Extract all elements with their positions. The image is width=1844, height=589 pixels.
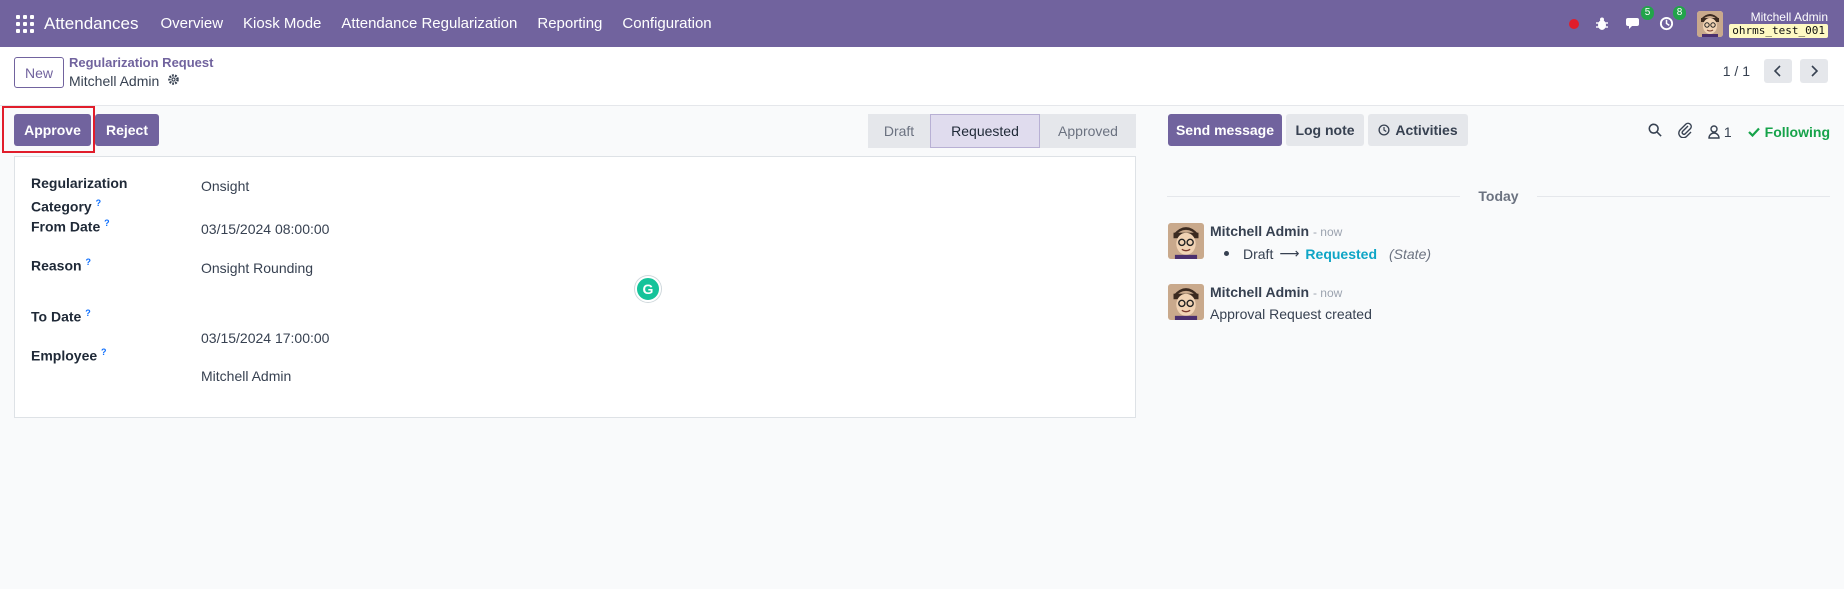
author-avatar[interactable] xyxy=(1168,223,1204,259)
stage-requested[interactable]: Requested xyxy=(930,114,1040,148)
reason-label-text: Reason xyxy=(31,257,82,274)
menu-overview[interactable]: Overview xyxy=(161,15,224,32)
reject-button[interactable]: Reject xyxy=(95,114,159,146)
send-message-button[interactable]: Send message xyxy=(1168,114,1282,146)
user-icon xyxy=(1708,124,1720,139)
to-date-label: To Date ? xyxy=(31,303,91,327)
help-tooltip[interactable]: ? xyxy=(85,257,91,267)
menu-kiosk-mode[interactable]: Kiosk Mode xyxy=(243,15,321,32)
from-date-value[interactable]: 03/15/2024 08:00:00 xyxy=(201,221,329,237)
recording-indicator[interactable] xyxy=(1569,18,1580,29)
gear-icon[interactable] xyxy=(167,73,180,89)
control-panel: New Regularization Request Mitchell Admi… xyxy=(0,47,1844,106)
paperclip-icon[interactable] xyxy=(1677,122,1692,141)
pager-value[interactable]: 1 / 1 xyxy=(1723,63,1750,79)
bullet xyxy=(1224,251,1229,256)
apps-grid-icon[interactable] xyxy=(16,14,34,33)
approve-button[interactable]: Approve xyxy=(14,114,91,146)
breadcrumb-parent[interactable]: Regularization Request xyxy=(69,55,213,70)
chevron-right-icon xyxy=(1811,65,1819,77)
from-date-label: From Date ? xyxy=(31,213,110,237)
chatter-message: Mitchell Admin - now Draft ⟶ Requested (… xyxy=(1168,223,1808,263)
following-label: Following xyxy=(1764,123,1830,140)
reason-value[interactable]: Onsight Rounding xyxy=(201,260,313,276)
arrow-icon: ⟶ xyxy=(1279,245,1300,261)
activities-label: Activities xyxy=(1395,122,1458,138)
author-name[interactable]: Mitchell Admin xyxy=(1210,284,1309,300)
help-tooltip[interactable]: ? xyxy=(101,347,107,357)
menu-attendance-regularization[interactable]: Attendance Regularization xyxy=(341,15,517,32)
check-icon xyxy=(1747,127,1760,137)
chevron-left-icon xyxy=(1773,65,1781,77)
log-note-button[interactable]: Log note xyxy=(1286,114,1364,146)
to-date-value[interactable]: 03/15/2024 17:00:00 xyxy=(201,330,329,346)
chatter-message: Mitchell Admin - now Approval Request cr… xyxy=(1168,284,1808,324)
menu-reporting[interactable]: Reporting xyxy=(537,15,602,32)
chatter-topbar: 1 Following xyxy=(1648,122,1830,141)
message-body: Approval Request created xyxy=(1210,306,1372,322)
database-name: ohrms_test_001 xyxy=(1729,23,1828,38)
reason-label: Reason ? xyxy=(31,252,91,276)
date-separator-label: Today xyxy=(1478,188,1519,204)
message-time: - now xyxy=(1312,225,1343,239)
top-navbar: Attendances Overview Kiosk Mode Attendan… xyxy=(0,0,1844,47)
messages-count-badge: 5 xyxy=(1640,5,1655,20)
new-button[interactable]: New xyxy=(14,57,64,88)
pager: 1 / 1 xyxy=(1723,59,1828,83)
tracking-value: Draft ⟶ Requested (State) xyxy=(1224,245,1431,262)
help-tooltip[interactable]: ? xyxy=(96,198,102,208)
author-avatar[interactable] xyxy=(1168,284,1204,320)
clock-icon xyxy=(1378,124,1390,136)
breadcrumb-current: Mitchell Admin xyxy=(69,73,180,89)
regularization-category-label: Regularization Category ? xyxy=(31,173,127,217)
activities-clock-icon[interactable]: 8 xyxy=(1657,5,1687,33)
message-author: Mitchell Admin - now xyxy=(1210,284,1342,300)
debug-bug-icon[interactable] xyxy=(1593,15,1611,33)
employee-value[interactable]: Mitchell Admin xyxy=(201,368,291,384)
record-name: Mitchell Admin xyxy=(69,73,160,89)
activities-button[interactable]: Activities xyxy=(1368,114,1468,146)
help-tooltip[interactable]: ? xyxy=(104,218,110,228)
message-time: - now xyxy=(1312,286,1343,300)
stage-draft[interactable]: Draft xyxy=(868,114,930,148)
pager-next-button[interactable] xyxy=(1800,59,1828,83)
old-value: Draft xyxy=(1243,245,1274,262)
user-menu[interactable]: Mitchell Admin ohrms_test_001 xyxy=(1697,10,1828,38)
from-date-label-text: From Date xyxy=(31,218,101,235)
search-icon[interactable] xyxy=(1648,123,1662,140)
help-tooltip[interactable]: ? xyxy=(85,308,91,318)
employee-label-text: Employee xyxy=(31,347,98,364)
to-date-label-text: To Date xyxy=(31,308,82,325)
status-bar: Draft Requested Approved xyxy=(868,114,1136,148)
messages-icon[interactable]: 5 xyxy=(1625,5,1655,33)
followers-button[interactable]: 1 xyxy=(1708,124,1732,140)
pager-previous-button[interactable] xyxy=(1764,59,1792,83)
stage-approved[interactable]: Approved xyxy=(1040,114,1136,148)
user-name: Mitchell Admin xyxy=(1750,9,1828,24)
message-author: Mitchell Admin - now xyxy=(1210,223,1342,239)
activities-count-badge: 8 xyxy=(1672,5,1687,20)
app-name[interactable]: Attendances xyxy=(44,14,139,34)
author-name[interactable]: Mitchell Admin xyxy=(1210,223,1309,239)
user-avatar xyxy=(1697,10,1724,37)
menu-configuration[interactable]: Configuration xyxy=(622,15,711,32)
followers-count: 1 xyxy=(1723,123,1732,140)
form-sheet: Regularization Category ? Onsight From D… xyxy=(14,156,1136,418)
employee-label: Employee ? xyxy=(31,342,107,366)
grammarly-icon[interactable]: G xyxy=(635,276,661,302)
new-value: Requested xyxy=(1305,245,1377,262)
regularization-category-value[interactable]: Onsight xyxy=(201,178,249,194)
tracked-field-name: (State) xyxy=(1389,245,1432,262)
date-separator: Today xyxy=(1167,187,1831,205)
following-button[interactable]: Following xyxy=(1747,123,1830,140)
category-label-line1: Regularization xyxy=(31,175,128,191)
